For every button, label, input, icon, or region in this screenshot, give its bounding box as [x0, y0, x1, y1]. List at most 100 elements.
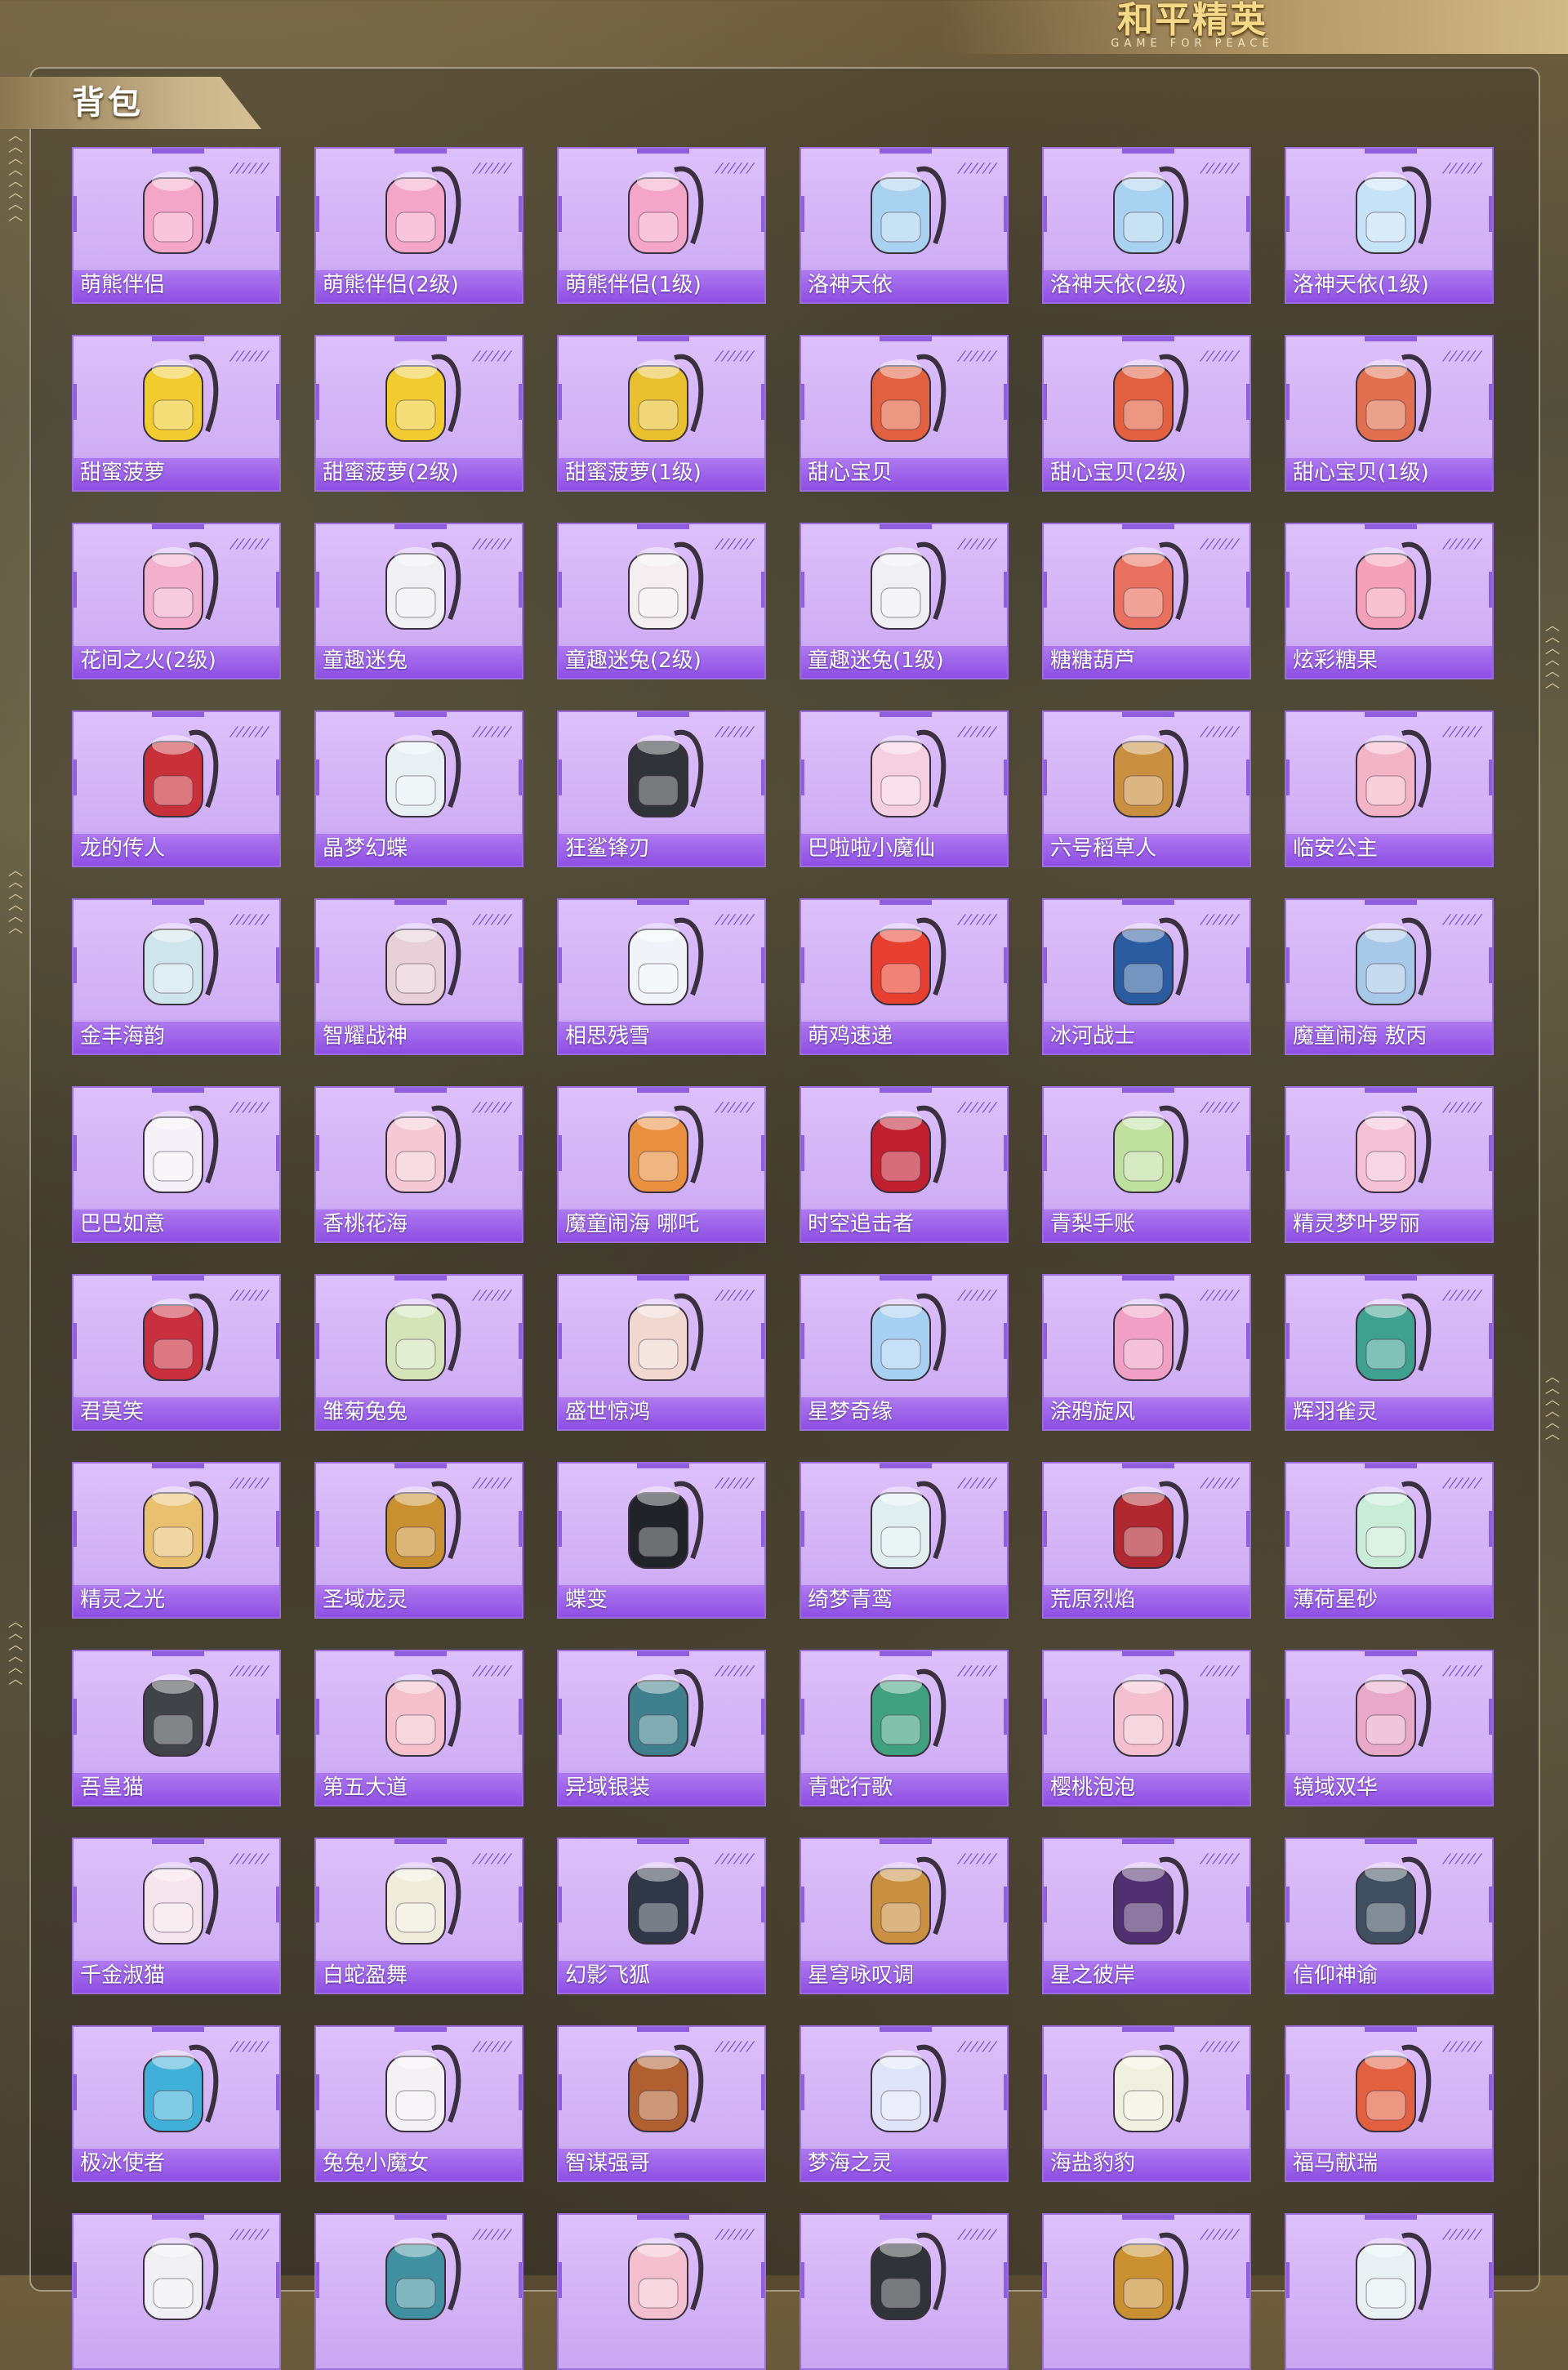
backpack-item-card[interactable]: ////// 巴巴如意 — [72, 1086, 281, 1243]
backpack-item-card[interactable]: ////// 镜域双华 — [1285, 1650, 1494, 1806]
backpack-item-card[interactable]: ////// 时空追击者 — [800, 1086, 1009, 1243]
backpack-item-card[interactable]: ////// 六号稻草人 — [1042, 711, 1251, 867]
backpack-item-card[interactable]: ////// 甜心宝贝 — [800, 335, 1009, 492]
backpack-item-card[interactable]: ////// 童趣迷兔(1级) — [800, 523, 1009, 679]
frame-notch — [761, 760, 764, 795]
backpack-item-card[interactable]: ////// 晶梦幻蝶 — [314, 711, 523, 867]
pear-backpack-icon — [1113, 1105, 1189, 1193]
backpack-item-card[interactable]: ////// 极冰使者 — [72, 2025, 281, 2182]
seashell-backpack-icon — [143, 917, 219, 1005]
backpack-item-card[interactable]: ////// 萌熊伴侣(2级) — [314, 147, 523, 304]
golden-dragon-backpack-icon — [385, 1481, 461, 1569]
backpack-item-card[interactable]: ////// — [72, 2213, 281, 2370]
backpack-item-card[interactable]: ////// 智谋强哥 — [557, 2025, 766, 2182]
backpack-item-card[interactable]: ////// 智耀战神 — [314, 898, 523, 1055]
backpack-item-card[interactable]: ////// 星穹咏叹调 — [800, 1838, 1009, 1994]
backpack-item-card[interactable]: ////// 幻影飞狐 — [557, 1838, 766, 1994]
backpack-item-card[interactable]: ////// 君莫笑 — [72, 1274, 281, 1431]
frame-notch — [1004, 1887, 1007, 1922]
backpack-item-card[interactable]: ////// 萌鸡速递 — [800, 898, 1009, 1055]
frame-notch — [801, 2074, 804, 2110]
backpack-item-card[interactable]: ////// 辉羽雀灵 — [1285, 1274, 1494, 1431]
rarity-stripes: ////// — [1441, 1663, 1483, 1678]
backpack-item-card[interactable]: ////// 炫彩糖果 — [1285, 523, 1494, 679]
frame-notch — [1246, 1323, 1250, 1359]
backpack-item-card[interactable]: ////// 星之彼岸 — [1042, 1838, 1251, 1994]
backpack-item-card[interactable]: ////// 雏菊兔兔 — [314, 1274, 523, 1431]
backpack-item-card[interactable]: ////// 冰河战士 — [1042, 898, 1251, 1055]
backpack-item-card[interactable]: ////// 巴啦啦小魔仙 — [800, 711, 1009, 867]
backpack-item-card[interactable]: ////// 樱桃泡泡 — [1042, 1650, 1251, 1806]
backpack-item-card[interactable]: ////// 临安公主 — [1285, 711, 1494, 867]
backpack-item-card[interactable]: ////// 精灵梦叶罗丽 — [1285, 1086, 1494, 1243]
backpack-item-card[interactable]: ////// 白蛇盈舞 — [314, 1838, 523, 1994]
frame-notch — [74, 1887, 77, 1922]
backpack-item-card[interactable]: ////// 甜心宝贝(2级) — [1042, 335, 1251, 492]
frame-notch — [1246, 1699, 1250, 1735]
backpack-item-card[interactable]: ////// 相思残雪 — [557, 898, 766, 1055]
backpack-item-card[interactable]: ////// 第五大道 — [314, 1650, 523, 1806]
milkshake-backpack-icon — [1356, 354, 1432, 442]
backpack-item-card[interactable]: ////// 青梨手账 — [1042, 1086, 1251, 1243]
item-name-label: 相思残雪 — [559, 1019, 764, 1054]
angel-backpack-icon — [1356, 1856, 1432, 1945]
backpack-item-card[interactable]: ////// 海盐豹豹 — [1042, 2025, 1251, 2182]
backpack-item-card[interactable]: ////// 盛世惊鸿 — [557, 1274, 766, 1431]
backpack-item-card[interactable]: ////// 甜蜜菠萝 — [72, 335, 281, 492]
backpack-item-card[interactable]: ////// 甜蜜菠萝(1级) — [557, 335, 766, 492]
item-name-label: 青蛇行歌 — [801, 1771, 1007, 1805]
backpack-item-card[interactable]: ////// 洛神天依(2级) — [1042, 147, 1251, 304]
backpack-item-card[interactable]: ////// 金丰海韵 — [72, 898, 281, 1055]
decor-chevrons-right: ︿ ︿ ︿ ︿ ︿ ︿ — [1545, 617, 1560, 692]
backpack-item-card[interactable]: ////// — [1285, 2213, 1494, 2370]
backpack-item-card[interactable]: ////// 吾皇猫 — [72, 1650, 281, 1806]
backpack-item-card[interactable]: ////// 梦海之灵 — [800, 2025, 1009, 2182]
item-name-label: 童趣迷兔(2级) — [559, 644, 764, 678]
backpack-item-card[interactable]: ////// 童趣迷兔 — [314, 523, 523, 679]
backpack-item-card[interactable]: ////// 精灵之光 — [72, 1462, 281, 1619]
backpack-item-card[interactable]: ////// 龙的传人 — [72, 711, 281, 867]
backpack-item-card[interactable]: ////// 萌熊伴侣 — [72, 147, 281, 304]
backpack-item-card[interactable]: ////// — [314, 2213, 523, 2370]
frame-notch — [1489, 1323, 1492, 1359]
backpack-item-card[interactable]: ////// 福马献瑞 — [1285, 2025, 1494, 2182]
backpack-item-card[interactable]: ////// 童趣迷兔(2级) — [557, 523, 766, 679]
frame-notch — [316, 384, 319, 420]
backpack-item-card[interactable]: ////// 花间之火(2级) — [72, 523, 281, 679]
backpack-item-card[interactable]: ////// 洛神天依(1级) — [1285, 147, 1494, 304]
backpack-item-card[interactable]: ////// 甜蜜菠萝(2级) — [314, 335, 523, 492]
backpack-item-card[interactable]: ////// 兔兔小魔女 — [314, 2025, 523, 2182]
backpack-item-card[interactable]: ////// 萌熊伴侣(1级) — [557, 147, 766, 304]
rarity-stripes: ////// — [956, 911, 998, 927]
backpack-item-card[interactable]: ////// 糖糖葫芦 — [1042, 523, 1251, 679]
backpack-item-card[interactable]: ////// — [800, 2213, 1009, 2370]
backpack-item-card[interactable]: ////// 信仰神谕 — [1285, 1838, 1494, 1994]
backpack-item-card[interactable]: ////// 涂鸦旋风 — [1042, 1274, 1251, 1431]
item-name-label: 冰河战士 — [1044, 1019, 1250, 1054]
item-name-label: 童趣迷兔(1级) — [801, 644, 1007, 678]
frame-notch — [761, 1323, 764, 1359]
backpack-item-card[interactable]: ////// 荒原烈焰 — [1042, 1462, 1251, 1619]
frame-notch — [1246, 2262, 1250, 2298]
backpack-item-card[interactable]: ////// 魔童闹海 敖丙 — [1285, 898, 1494, 1055]
backpack-item-card[interactable]: ////// 狂鲨锋刃 — [557, 711, 766, 867]
item-name-label: 甜蜜菠萝 — [74, 456, 279, 490]
backpack-item-card[interactable]: ////// 香桃花海 — [314, 1086, 523, 1243]
backpack-item-card[interactable]: ////// 青蛇行歌 — [800, 1650, 1009, 1806]
backpack-item-card[interactable]: ////// 蝶变 — [557, 1462, 766, 1619]
backpack-item-card[interactable]: ////// 魔童闹海 哪吒 — [557, 1086, 766, 1243]
backpack-item-card[interactable]: ////// — [557, 2213, 766, 2370]
cat-backpack-icon — [143, 1668, 219, 1757]
backpack-item-card[interactable]: ////// 星梦奇缘 — [800, 1274, 1009, 1431]
backpack-item-card[interactable]: ////// 异域银装 — [557, 1650, 766, 1806]
backpack-item-card[interactable]: ////// 甜心宝贝(1级) — [1285, 335, 1494, 492]
backpack-item-card[interactable]: ////// 薄荷星砂 — [1285, 1462, 1494, 1619]
backpack-item-card[interactable]: ////// — [1042, 2213, 1251, 2370]
rarity-stripes: ////// — [713, 1099, 755, 1115]
backpack-item-card[interactable]: ////// 洛神天依 — [800, 147, 1009, 304]
backpack-item-card[interactable]: ////// 圣域龙灵 — [314, 1462, 523, 1619]
frame-notch — [1489, 2262, 1492, 2298]
item-name-label: 星穹咏叹调 — [801, 1958, 1007, 1993]
backpack-item-card[interactable]: ////// 千金淑猫 — [72, 1838, 281, 1994]
backpack-item-card[interactable]: ////// 绮梦青鸾 — [800, 1462, 1009, 1619]
